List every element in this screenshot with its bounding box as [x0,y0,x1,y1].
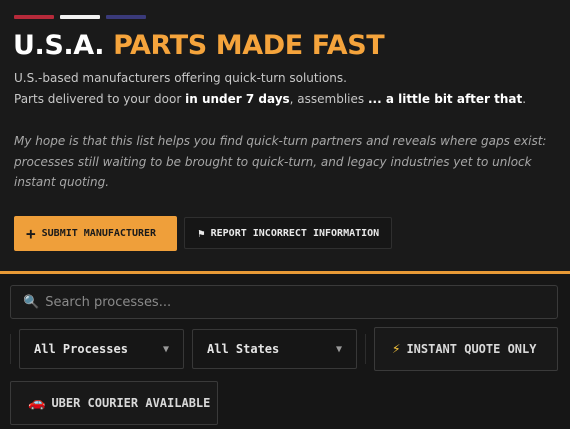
uber-courier-label: Uber Courier Available [51,396,211,410]
instant-quote-label: Instant Quote Only [406,342,537,356]
plus-icon: + [26,223,36,243]
hero-section: U.S.A. PARTS MADE FAST U.S.-based manufa… [0,0,570,272]
stripe-white [60,15,100,19]
stripe-blue [106,15,146,19]
delivery-time: in under 7 days [185,92,290,106]
search-box[interactable]: 🔍 [10,285,558,319]
accent-divider [0,271,570,274]
tagline: U.S.-based manufacturers offering quick-… [14,71,347,85]
report-incorrect-label: Report Incorrect Information [210,227,380,239]
filter-divider [365,334,366,364]
chevron-down-icon: ▼ [335,343,342,355]
search-icon: 🔍 [23,294,40,310]
submit-manufacturer-button[interactable]: + Submit Manufacturer [14,216,177,251]
delivery-suffix: . [522,92,527,106]
stripe-red [14,15,54,19]
instant-quote-toggle[interactable]: ⚡ Instant Quote Only [374,327,558,371]
flag-icon: ⚑ [198,226,205,240]
flag-stripes [14,15,146,19]
title-usa: U.S.A. [13,30,105,61]
state-select[interactable]: All States ▼ [192,329,357,369]
delivery-info: Parts delivered to your door in under 7 … [14,91,526,107]
process-select-value: All Processes [34,342,128,356]
page-title: U.S.A. PARTS MADE FAST [13,29,385,63]
lightning-icon: ⚡ [392,341,401,357]
title-parts-made-fast: PARTS MADE FAST [113,30,385,61]
search-input[interactable] [45,294,526,310]
state-select-value: All States [207,342,280,356]
filter-divider [10,334,11,364]
process-select[interactable]: All Processes ▼ [19,329,184,369]
assembly-time: ... a little bit after that [367,92,523,106]
author-note: My hope is that this list helps you find… [14,134,547,189]
uber-courier-toggle[interactable]: 🚗 Uber Courier Available [10,381,218,425]
submit-manufacturer-label: Submit Manufacturer [41,228,157,239]
delivery-prefix: Parts delivered to your door [14,92,186,106]
report-incorrect-button[interactable]: ⚑ Report Incorrect Information [184,217,392,249]
car-icon: 🚗 [28,395,46,411]
chevron-down-icon: ▼ [162,343,169,355]
delivery-mid: , assemblies [289,92,368,106]
